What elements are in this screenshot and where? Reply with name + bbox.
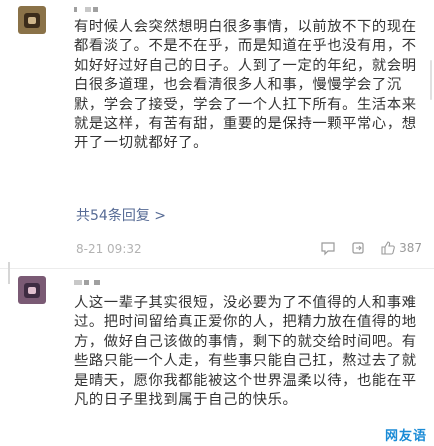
avatar[interactable] bbox=[18, 276, 46, 304]
comment-meta: 8-21 09:32 387 bbox=[76, 240, 422, 260]
thumbs-up-icon bbox=[381, 241, 395, 255]
comment-text: 人这一辈子其实很短，没必要为了不值得的人和事难过。把时间留给真正爱你的人，把精力… bbox=[74, 295, 417, 409]
view-replies-link[interactable]: 共54条回复 > bbox=[76, 205, 166, 225]
comment-item: 有时候人会突然想明白很多事情，以前放不下的现在都看淡了。不是不在乎，而是知道在乎… bbox=[0, 0, 434, 270]
comment-button[interactable] bbox=[320, 240, 336, 256]
comment-text: 有时候人会突然想明白很多事情，以前放不下的现在都看淡了。不是不在乎，而是知道在乎… bbox=[74, 19, 417, 152]
comment-item: 人这一辈子其实很短，没必要为了不值得的人和事难过。把时间留给真正爱你的人，把精力… bbox=[0, 268, 434, 446]
like-button[interactable]: 387 bbox=[380, 240, 422, 256]
watermark: 网友语 bbox=[378, 422, 434, 446]
share-icon bbox=[352, 242, 364, 254]
comment-time: 8-21 09:32 bbox=[76, 242, 142, 256]
avatar[interactable] bbox=[18, 6, 46, 34]
scrollbar[interactable] bbox=[430, 60, 432, 100]
username-blurred[interactable] bbox=[74, 7, 98, 12]
comment-actions: 387 bbox=[306, 240, 422, 256]
share-button[interactable] bbox=[350, 240, 366, 256]
watermark-text: 网友语 bbox=[384, 428, 427, 444]
like-count: 387 bbox=[399, 241, 422, 255]
comment-icon bbox=[321, 242, 335, 256]
username-blurred[interactable] bbox=[74, 280, 100, 285]
